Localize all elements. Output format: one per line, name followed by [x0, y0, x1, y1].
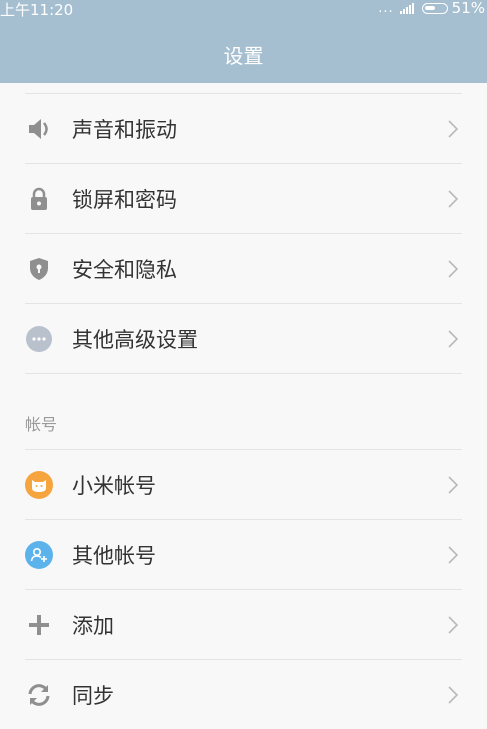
settings-list: 声音和振动 锁屏和密码 安全和隐私 其他高级设置 帐号 小米帐号 其他帐号 添加…: [0, 83, 487, 729]
lockscreen-label: 锁屏和密码: [72, 187, 177, 212]
chevron-right-icon: [448, 615, 459, 634]
lock-icon: [25, 185, 53, 213]
settings-item-other-account[interactable]: 其他帐号: [0, 520, 487, 589]
chevron-right-icon: [448, 545, 459, 564]
battery-percent: 51%: [451, 0, 485, 17]
chevron-right-icon: [448, 189, 459, 208]
add-label: 添加: [72, 613, 114, 638]
status-time: 上午11:20: [0, 1, 74, 19]
settings-item-mi-account[interactable]: 小米帐号: [0, 450, 487, 519]
chevron-right-icon: [448, 329, 459, 348]
speaker-icon: [25, 115, 53, 143]
signal-icon: [399, 2, 415, 14]
settings-item-lockscreen[interactable]: 锁屏和密码: [0, 164, 487, 233]
battery-icon: [421, 2, 448, 14]
status-indicators: ... 51%: [378, 0, 485, 17]
settings-item-add[interactable]: 添加: [0, 590, 487, 659]
shield-icon: [25, 255, 53, 283]
chevron-right-icon: [448, 259, 459, 278]
chevron-right-icon: [448, 685, 459, 704]
settings-item-sync[interactable]: 同步: [0, 660, 487, 729]
person-add-icon: [25, 540, 53, 569]
app-header: 上午11:20 ... 51% 设置: [0, 0, 487, 83]
mi-account-icon: [25, 470, 53, 499]
settings-item-security[interactable]: 安全和隐私: [0, 234, 487, 303]
chevron-right-icon: [448, 119, 459, 138]
settings-item-advanced[interactable]: 其他高级设置: [0, 304, 487, 373]
mi-account-label: 小米帐号: [72, 473, 156, 498]
chevron-right-icon: [448, 475, 459, 494]
list-top-spacer: [0, 83, 487, 93]
sound-label: 声音和振动: [72, 117, 177, 142]
sync-icon: [25, 681, 53, 709]
section-header-account: 帐号: [0, 374, 487, 449]
more-icon: [25, 325, 53, 353]
plus-icon: [25, 611, 53, 639]
sync-label: 同步: [72, 683, 114, 708]
other-account-label: 其他帐号: [72, 543, 156, 568]
section-title: 帐号: [25, 415, 58, 434]
status-bar: 上午11:20 ... 51%: [0, 0, 487, 19]
notification-dots: ...: [378, 0, 394, 16]
page-title: 设置: [223, 44, 264, 68]
security-label: 安全和隐私: [72, 257, 177, 282]
settings-item-sound[interactable]: 声音和振动: [0, 94, 487, 163]
advanced-label: 其他高级设置: [72, 327, 198, 352]
